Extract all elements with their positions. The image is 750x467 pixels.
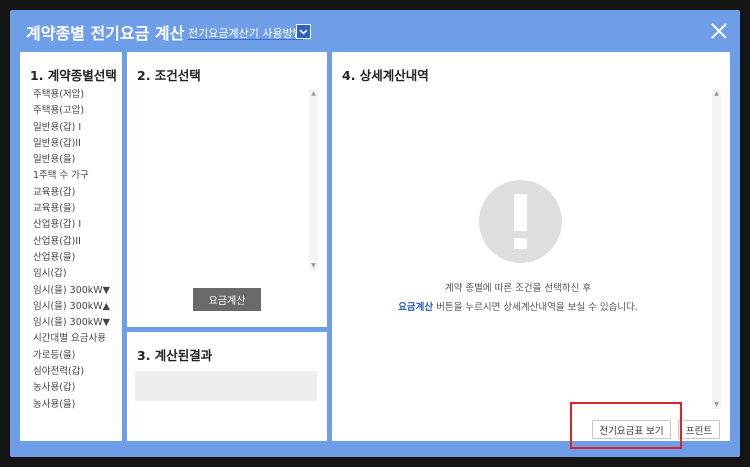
result-title: 3. 계산된결과 [137, 348, 213, 363]
contract-type-item[interactable]: 주택용(저압) [33, 87, 110, 103]
scroll-up-icon[interactable]: ▲ [712, 89, 721, 98]
exclamation-icon [479, 180, 562, 263]
contract-type-item[interactable]: 시간대별 요금사용 [33, 331, 110, 347]
contract-type-item[interactable]: 농사용(을) [33, 397, 110, 413]
contract-type-title: 1. 계약종별선택 [30, 68, 117, 83]
calculate-button[interactable]: 요금계산 [193, 288, 261, 311]
contract-type-item[interactable]: 임시(갑) [33, 266, 110, 282]
instruction-line1: 계약 종별에 따른 조건을 선택하신 후 [444, 283, 592, 294]
contract-type-item[interactable]: 1주택 수 가구 [33, 168, 110, 184]
contract-type-item[interactable]: 일반용(을) [33, 152, 110, 168]
instruction-line2: 요금계산 버튼을 누르시면 상세계산내역을 보실 수 있습니다. [332, 299, 704, 313]
contract-type-item[interactable]: 임시(을) 300kW▲ [33, 299, 110, 315]
detail-panel: 4. 상세계산내역 ▲ ▼ 계약 종별에 따른 조건을 선택하신 후 요금계산 … [332, 52, 730, 441]
contract-type-item[interactable]: 산업용(갑) I [33, 217, 110, 233]
title-bar: 계약종별 전기요금 계산 전기요금계산기 사용방법 [10, 10, 740, 52]
help-link[interactable]: 전기요금계산기 사용방법 [188, 25, 303, 41]
contract-type-item[interactable]: 가로등(을) [33, 348, 110, 364]
scroll-up-icon[interactable]: ▲ [309, 89, 318, 98]
contract-type-item[interactable]: 임시(을) 300kW▼ [33, 315, 110, 331]
contract-type-item[interactable]: 임시(을) 300kW▼ [33, 283, 110, 299]
close-button[interactable] [710, 22, 728, 40]
contract-type-item[interactable]: 교육용(갑) [33, 185, 110, 201]
result-box [135, 371, 317, 401]
close-icon [711, 23, 727, 39]
print-button[interactable]: 프린트 [678, 420, 720, 439]
contract-type-item[interactable]: 산업용(을) [33, 250, 110, 266]
window-title: 계약종별 전기요금 계산 [26, 24, 185, 43]
instruction-line2-text: 버튼을 누르시면 상세계산내역을 보실 수 있습니다. [433, 302, 638, 313]
detail-title: 4. 상세계산내역 [342, 68, 429, 83]
help-dropdown-button[interactable] [296, 24, 311, 39]
contract-type-item[interactable]: 심야전력(갑) [33, 364, 110, 380]
detail-scrollbar[interactable]: ▲ ▼ [712, 89, 721, 409]
condition-title: 2. 조건선택 [137, 68, 201, 83]
condition-panel: 2. 조건선택 ▲ ▼ 요금계산 [127, 52, 327, 327]
contract-type-item[interactable]: 교육용(을) [33, 201, 110, 217]
highlight-box [570, 402, 682, 449]
chevron-down-icon [299, 28, 308, 35]
contract-type-panel: 1. 계약종별선택 주택용(저압) 주택용(고압) 일반용(갑) I 일반용(갑)II… [20, 52, 122, 441]
scroll-down-icon[interactable]: ▼ [712, 400, 721, 409]
contract-type-item[interactable]: 일반용(갑)II [33, 136, 110, 152]
contract-type-item[interactable]: 일반용(갑) I [33, 120, 110, 136]
contract-type-item[interactable]: 농사용(갑) [33, 380, 110, 396]
calculator-window: 계약종별 전기요금 계산 전기요금계산기 사용방법 1. 계약종별선택 주택용(… [10, 10, 740, 457]
result-panel: 3. 계산된결과 [127, 332, 327, 441]
title-divider [181, 26, 182, 40]
contract-type-item[interactable]: 산업용(갑)II [33, 234, 110, 250]
contract-type-item[interactable]: 주택용(고압) [33, 103, 110, 119]
scroll-down-icon[interactable]: ▼ [309, 261, 318, 270]
instruction-highlight: 요금계산 [398, 302, 434, 313]
contract-type-list: 주택용(저압) 주택용(고압) 일반용(갑) I 일반용(갑)II 일반용(을) 1주택 … [33, 87, 110, 413]
condition-scrollbar[interactable]: ▲ ▼ [309, 89, 318, 270]
